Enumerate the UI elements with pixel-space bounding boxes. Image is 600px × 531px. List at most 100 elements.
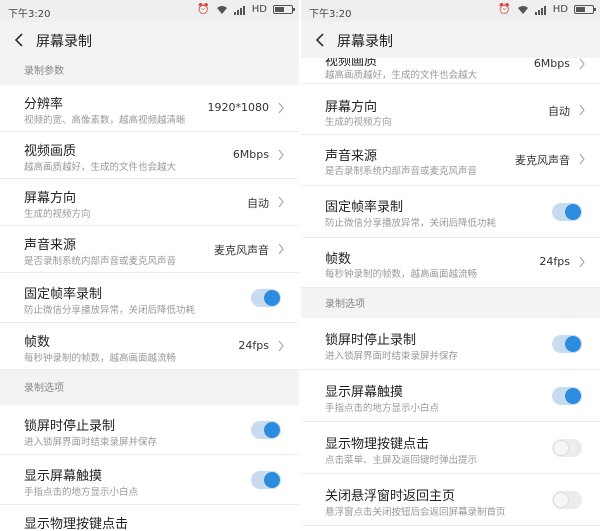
- left-phone-screen: 下午3:20 ⏰ HD 屏幕录制 录制参数 分辨率 视频的宽、高像素数，越高视频…: [0, 0, 299, 531]
- setting-lock-stop: 锁屏时停止录制 进入锁屏界面时结束录屏并保存: [301, 318, 600, 370]
- chevron-right-icon: [579, 256, 585, 268]
- alarm-icon: ⏰: [197, 4, 210, 15]
- setting-label: 固定帧率录制: [24, 287, 103, 302]
- setting-label: 关闭悬浮窗时返回主页: [325, 489, 456, 504]
- page-title: 屏幕录制: [36, 34, 92, 50]
- status-time: 下午3:20: [309, 9, 352, 20]
- app-header: 屏幕录制: [301, 22, 600, 58]
- setting-show-touch: 显示屏幕触摸 手指点击的地方显示小白点: [0, 455, 299, 505]
- setting-fixed-fps: 固定帧率录制 防止微信分享播放异常，关闭后降低功耗: [301, 186, 600, 238]
- setting-label: 显示物理按键点击: [24, 517, 129, 531]
- settings-list: 视频画质 越高画质越好，生成的文件也会越大 6Mbps 屏幕方向 生成的视频方向…: [301, 58, 600, 531]
- setting-value: 麦克风声音: [515, 154, 570, 167]
- setting-fps[interactable]: 帧数 每秒钟录制的帧数，越高画面越流畅 24fps: [301, 238, 600, 288]
- page-title: 屏幕录制: [337, 34, 393, 50]
- right-phone-screen: 下午3:20 ⏰ HD 屏幕录制 视频画质 越高画质越好，生成的文件也会越大 6…: [301, 0, 600, 531]
- section-header-record-options: 录制选项: [0, 370, 299, 405]
- chevron-right-icon: [278, 243, 284, 255]
- setting-resolution[interactable]: 分辨率 视频的宽、高像素数，越高视频越清晰 1920*1080: [0, 85, 299, 132]
- show-touch-toggle[interactable]: [552, 387, 582, 405]
- setting-description: 防止微信分享播放异常，关闭后降低功耗: [24, 305, 196, 316]
- show-touch-toggle[interactable]: [251, 471, 281, 489]
- signal-icon: [233, 5, 246, 15]
- setting-value: 自动: [247, 197, 269, 210]
- wifi-icon: [517, 5, 528, 14]
- setting-label: 固定帧率录制: [325, 200, 404, 215]
- battery-icon: [273, 5, 295, 14]
- setting-close-float: 关闭悬浮窗时返回主页 悬浮窗点击关闭按钮后会返回屏幕录制首页: [301, 474, 600, 526]
- setting-description: 是否录制系统内部声音或麦克风声音: [24, 256, 177, 267]
- setting-show-keys: 显示物理按键点击 点击菜单、主屏及返回键时弹出提示: [301, 422, 600, 474]
- lock-stop-toggle[interactable]: [552, 335, 582, 353]
- setting-label: 显示物理按键点击: [325, 437, 430, 452]
- setting-screen-orientation[interactable]: 屏幕方向 生成的视频方向 自动: [0, 179, 299, 226]
- setting-value: 6Mbps: [232, 148, 269, 161]
- close-float-toggle[interactable]: [552, 491, 582, 509]
- setting-description: 每秒钟录制的帧数，越高画面越流畅: [24, 353, 177, 364]
- chevron-right-icon: [579, 153, 585, 165]
- signal-icon: [534, 5, 547, 15]
- settings-list: 录制参数 分辨率 视频的宽、高像素数，越高视频越清晰 1920*1080 视频画…: [0, 58, 299, 531]
- setting-description: 越高画质越好，生成的文件也会越大: [325, 70, 478, 81]
- setting-label: 锁屏时停止录制: [325, 333, 417, 348]
- setting-label: 屏幕方向: [325, 100, 378, 115]
- status-icons: ⏰ HD: [197, 4, 295, 15]
- setting-audio-source[interactable]: 声音来源 是否录制系统内部声音或麦克风声音 麦克风声音: [301, 135, 600, 186]
- chevron-right-icon: [278, 102, 284, 114]
- battery-icon: [574, 5, 596, 14]
- setting-description: 进入锁屏界面时结束录屏并保存: [325, 351, 459, 362]
- setting-description: 越高画质越好，生成的文件也会越大: [24, 162, 177, 173]
- setting-description: 悬浮窗点击关闭按钮后会返回屏幕录制首页: [325, 507, 506, 518]
- setting-label: 显示屏幕触摸: [24, 469, 103, 484]
- chevron-right-icon: [278, 340, 284, 352]
- setting-label: 帧数: [24, 335, 51, 350]
- setting-value: 24fps: [238, 339, 269, 352]
- section-header-record-params: 录制参数: [0, 58, 299, 85]
- back-arrow-icon[interactable]: [12, 32, 28, 48]
- status-bar: 下午3:20 ⏰ HD: [301, 0, 600, 22]
- setting-lock-stop: 锁屏时停止录制 进入锁屏界面时结束录屏并保存: [0, 405, 299, 455]
- setting-description: 点击菜单、主屏及返回键时弹出提示: [325, 455, 478, 466]
- setting-description: 进入锁屏界面时结束录屏并保存: [24, 437, 158, 448]
- fixed-fps-toggle[interactable]: [552, 203, 582, 221]
- chevron-right-icon: [579, 58, 585, 70]
- setting-description: 生成的视频方向: [325, 117, 392, 128]
- setting-value: 6Mbps: [533, 58, 570, 70]
- setting-description: 防止微信分享播放异常，关闭后降低功耗: [325, 218, 497, 229]
- setting-description: 生成的视频方向: [24, 209, 91, 220]
- network-type: HD: [552, 4, 568, 15]
- fixed-fps-toggle[interactable]: [251, 289, 281, 307]
- setting-video-quality[interactable]: 视频画质 越高画质越好，生成的文件也会越大 6Mbps: [301, 58, 600, 84]
- network-type: HD: [251, 4, 267, 15]
- setting-label: 视频画质: [24, 144, 77, 159]
- setting-description: 手指点击的地方显示小白点: [325, 403, 440, 414]
- setting-show-touch: 显示屏幕触摸 手指点击的地方显示小白点: [301, 370, 600, 422]
- setting-label: 显示屏幕触摸: [325, 385, 404, 400]
- chevron-right-icon: [278, 196, 284, 208]
- setting-description: 手指点击的地方显示小白点: [24, 487, 139, 498]
- setting-label: 声音来源: [325, 149, 378, 164]
- back-arrow-icon[interactable]: [313, 32, 329, 48]
- setting-description: 每秒钟录制的帧数，越高画面越流畅: [325, 269, 478, 280]
- setting-label: 屏幕方向: [24, 191, 77, 206]
- setting-audio-source[interactable]: 声音来源 是否录制系统内部声音或麦克风声音 麦克风声音: [0, 226, 299, 273]
- setting-show-keys: 显示物理按键点击: [0, 505, 299, 531]
- setting-label: 帧数: [325, 252, 352, 267]
- comparison-screenshot: 下午3:20 ⏰ HD 屏幕录制 录制参数 分辨率 视频的宽、高像素数，越高视频…: [0, 0, 600, 531]
- lock-stop-toggle[interactable]: [251, 421, 281, 439]
- setting-description: 是否录制系统内部声音或麦克风声音: [325, 166, 478, 177]
- status-time: 下午3:20: [8, 9, 51, 20]
- setting-label: 分辨率: [24, 97, 64, 112]
- setting-video-quality[interactable]: 视频画质 越高画质越好，生成的文件也会越大 6Mbps: [0, 132, 299, 179]
- section-header-record-options: 录制选项: [301, 288, 600, 318]
- app-header: 屏幕录制: [0, 22, 299, 58]
- show-keys-toggle[interactable]: [552, 439, 582, 457]
- setting-fps[interactable]: 帧数 每秒钟录制的帧数，越高画面越流畅 24fps: [0, 323, 299, 370]
- setting-value: 24fps: [539, 255, 570, 268]
- setting-label: 声音来源: [24, 238, 77, 253]
- wifi-icon: [216, 5, 227, 14]
- status-icons: ⏰ HD: [498, 4, 596, 15]
- status-bar: 下午3:20 ⏰ HD: [0, 0, 299, 22]
- setting-value: 麦克风声音: [214, 244, 269, 257]
- setting-screen-orientation[interactable]: 屏幕方向 生成的视频方向 自动: [301, 84, 600, 135]
